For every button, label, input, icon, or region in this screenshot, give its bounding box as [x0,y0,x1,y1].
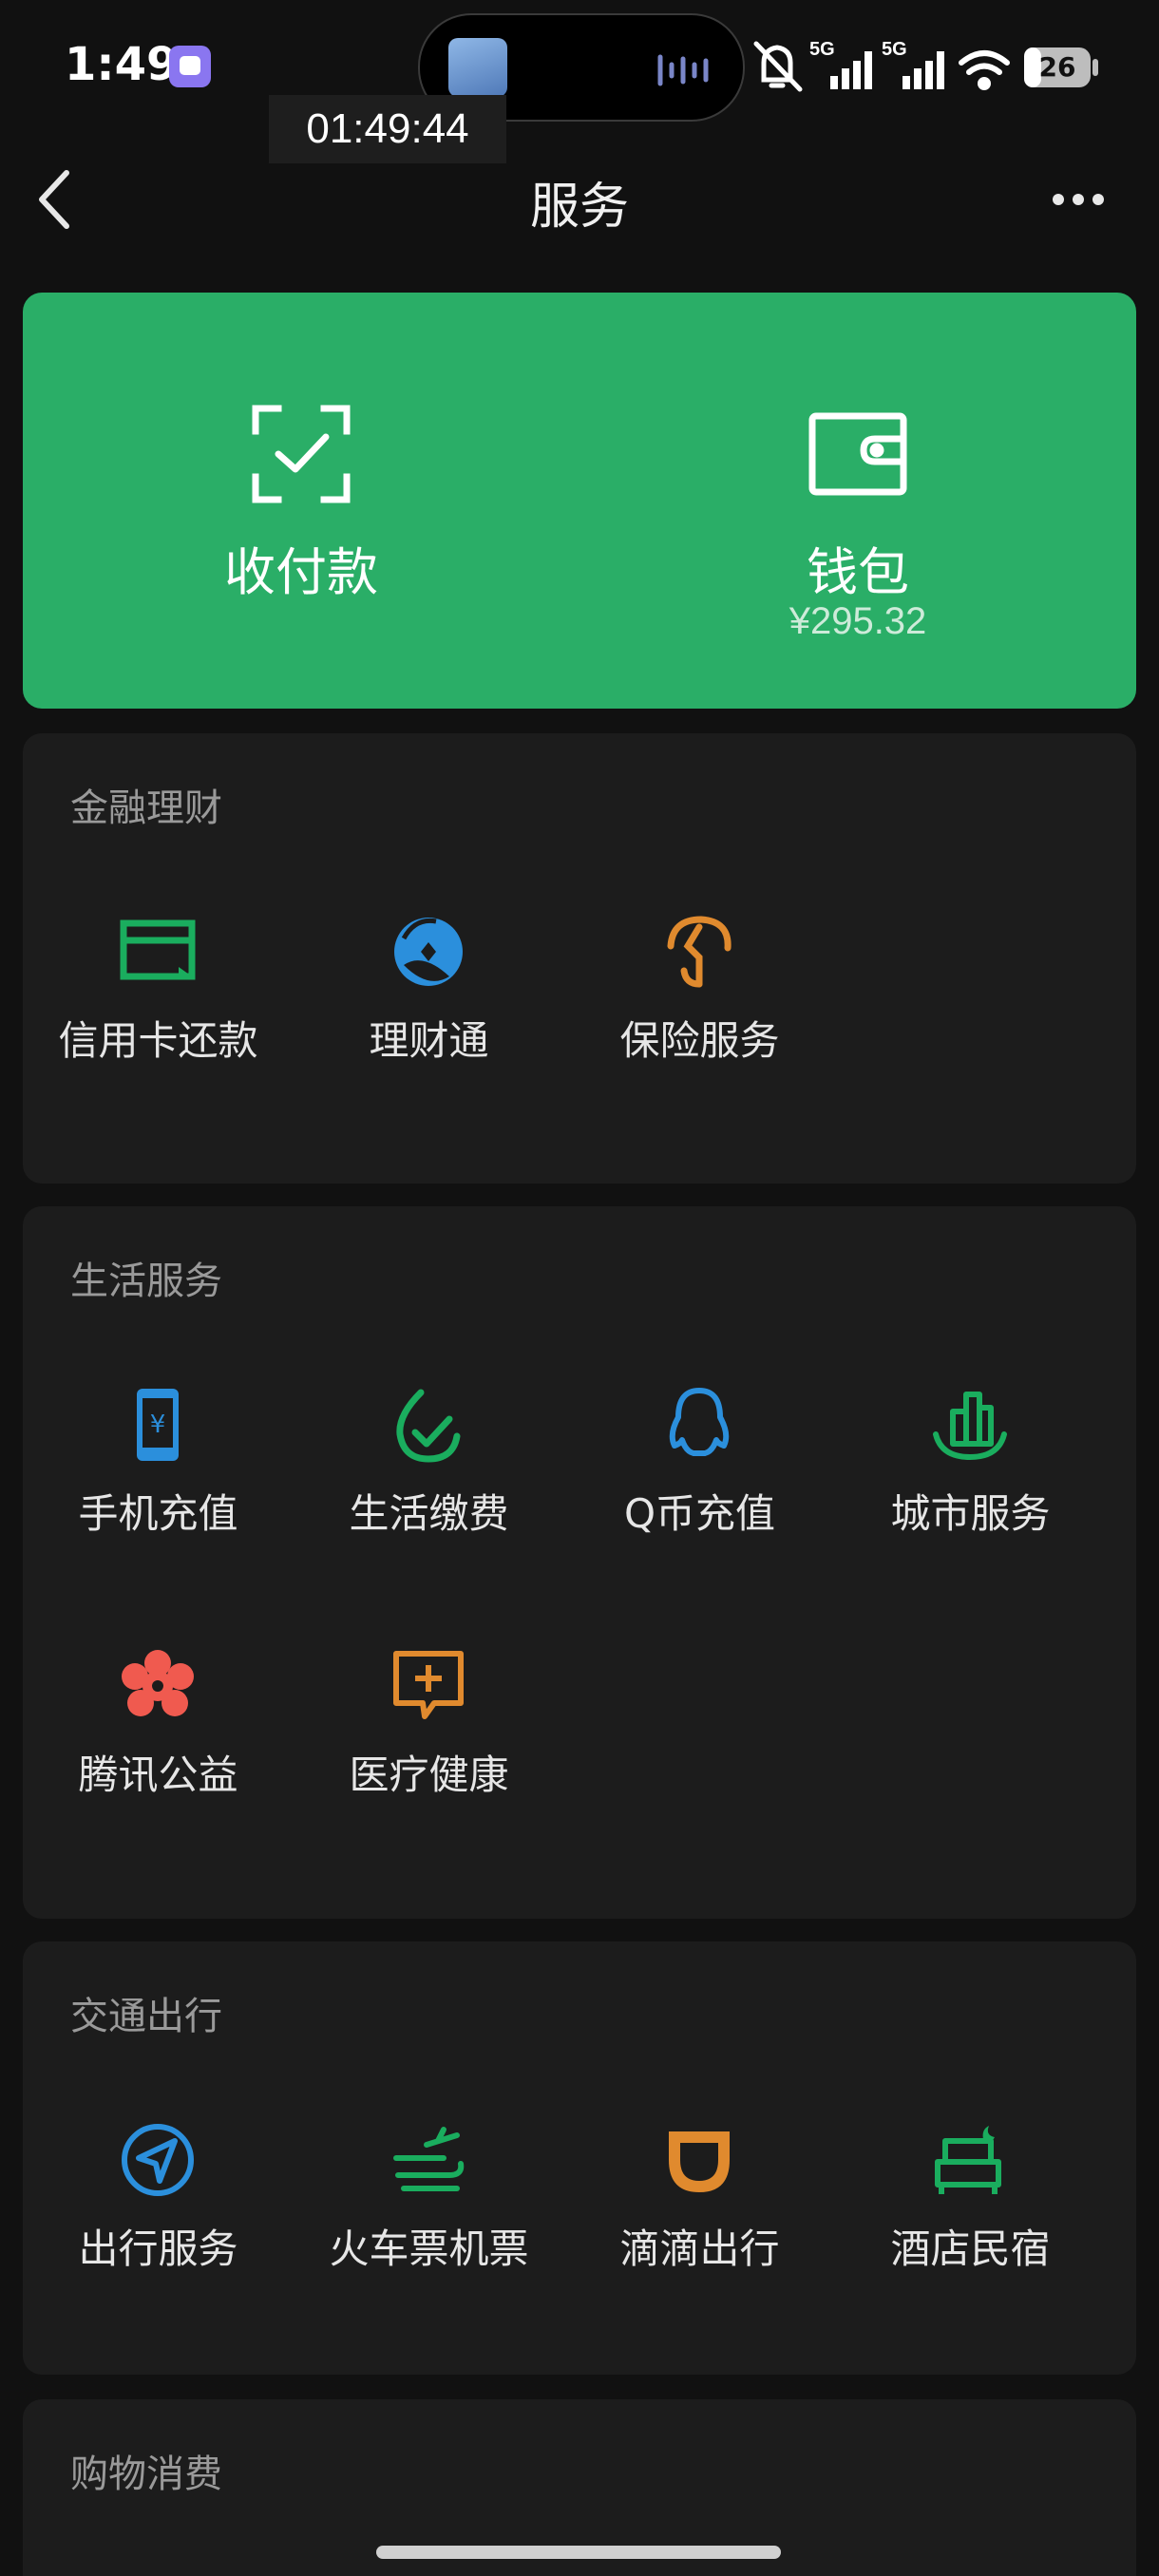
tile-label: Q币充值 [623,1490,776,1537]
train-plane-icon [393,2127,465,2191]
payment-card: 收付款 钱包 ¥295.32 [23,293,1136,709]
phone-topup-icon: ¥ [137,1389,179,1461]
insurance-icon [667,916,732,988]
utility-bill-icon [396,1389,461,1463]
more-icon [1053,194,1104,205]
city-service-icon [933,1392,1007,1460]
insurance-button[interactable]: 保险服务 [564,914,835,1104]
tile-label: 理财通 [369,1017,489,1064]
wifi-icon [959,50,1010,90]
wallet-balance: ¥295.32 [788,600,927,642]
tile-label: 手机充值 [78,1490,238,1537]
tile-label: 保险服务 [619,1017,780,1064]
status-icons: 5G 5G [753,39,1010,92]
pay-receive-button[interactable]: 收付款 [23,293,580,709]
qq-coin-icon [669,1388,730,1456]
battery-icon: 26 [1024,47,1091,87]
mute-icon [753,41,803,92]
travel-icon [122,2124,194,2196]
credit-card-repay-button[interactable]: 信用卡还款 [23,914,294,1104]
section-title: 生活服务 [70,1260,222,1303]
svg-text:¥: ¥ [150,1411,166,1439]
section-title: 购物消费 [70,2453,222,2496]
charity-icon [122,1650,194,1716]
svg-text:5G: 5G [809,39,835,60]
utility-bill-button[interactable]: 生活缴费 [294,1387,564,1577]
tile-label: 医疗健康 [349,1752,509,1798]
battery-percent: 26 [1038,51,1076,83]
audio-wave-icon [657,54,709,86]
section-travel: 交通出行 出行服务 火车票机票 滴滴出行 酒店民宿 [23,1941,1136,2375]
didi-icon [669,2131,730,2192]
section-finance: 金融理财 信用卡还款 理财通 保险服务 [23,733,1136,1184]
scan-pay-icon [252,405,351,503]
pay-receive-label: 收付款 [224,542,378,602]
page-title: 服务 [529,179,629,236]
tile-label: 出行服务 [78,2226,238,2272]
wealth-button[interactable]: 理财通 [294,914,564,1104]
section-life: 生活服务 ¥ 手机充值 生活缴费 Q币充值 城市服务 腾讯公益 医疗健康 [23,1206,1136,1919]
section-title: 金融理财 [70,786,222,830]
wealth-icon [394,918,463,986]
tile-label: 火车票机票 [329,2226,529,2272]
screen-record-timer: 01:49:44 [269,95,506,163]
phone-topup-button[interactable]: ¥ 手机充值 [23,1387,294,1577]
tile-label: 生活缴费 [349,1490,509,1537]
tile-label: 滴滴出行 [619,2226,780,2272]
more-button[interactable] [1045,180,1112,218]
charity-button[interactable]: 腾讯公益 [23,1648,294,1838]
status-bar: 1:49 01:49:44 5G 5G 26 [0,0,1159,163]
recording-thumbnail [448,38,507,97]
tile-label: 酒店民宿 [890,2226,1051,2272]
city-service-button[interactable]: 城市服务 [835,1387,1106,1577]
tile-label: 腾讯公益 [78,1752,238,1798]
hotel-button[interactable]: 酒店民宿 [835,2122,1106,2312]
travel-service-button[interactable]: 出行服务 [23,2122,294,2312]
didi-button[interactable]: 滴滴出行 [564,2122,835,2312]
medical-icon [393,1651,464,1719]
credit-card-icon [120,919,196,980]
train-plane-button[interactable]: 火车票机票 [294,2122,564,2312]
signal-icon-2: 5G [882,39,944,89]
wallet-label: 钱包 [807,542,909,602]
home-indicator[interactable] [376,2546,781,2559]
wallet-icon [808,412,907,496]
signal-icon-1: 5G [809,39,872,89]
qq-coin-button[interactable]: Q币充值 [564,1387,835,1577]
tile-label: 信用卡还款 [58,1017,258,1064]
battery-tip [1092,59,1098,76]
status-clock: 1:49 [65,38,179,91]
wallet-button[interactable]: 钱包 ¥295.32 [580,293,1136,709]
app-notification-icon [169,46,211,87]
hotel-icon [935,2126,1001,2194]
medical-button[interactable]: 医疗健康 [294,1648,564,1838]
tile-label: 城市服务 [890,1490,1051,1537]
svg-text:5G: 5G [882,39,907,60]
section-title: 交通出行 [70,1995,222,2038]
